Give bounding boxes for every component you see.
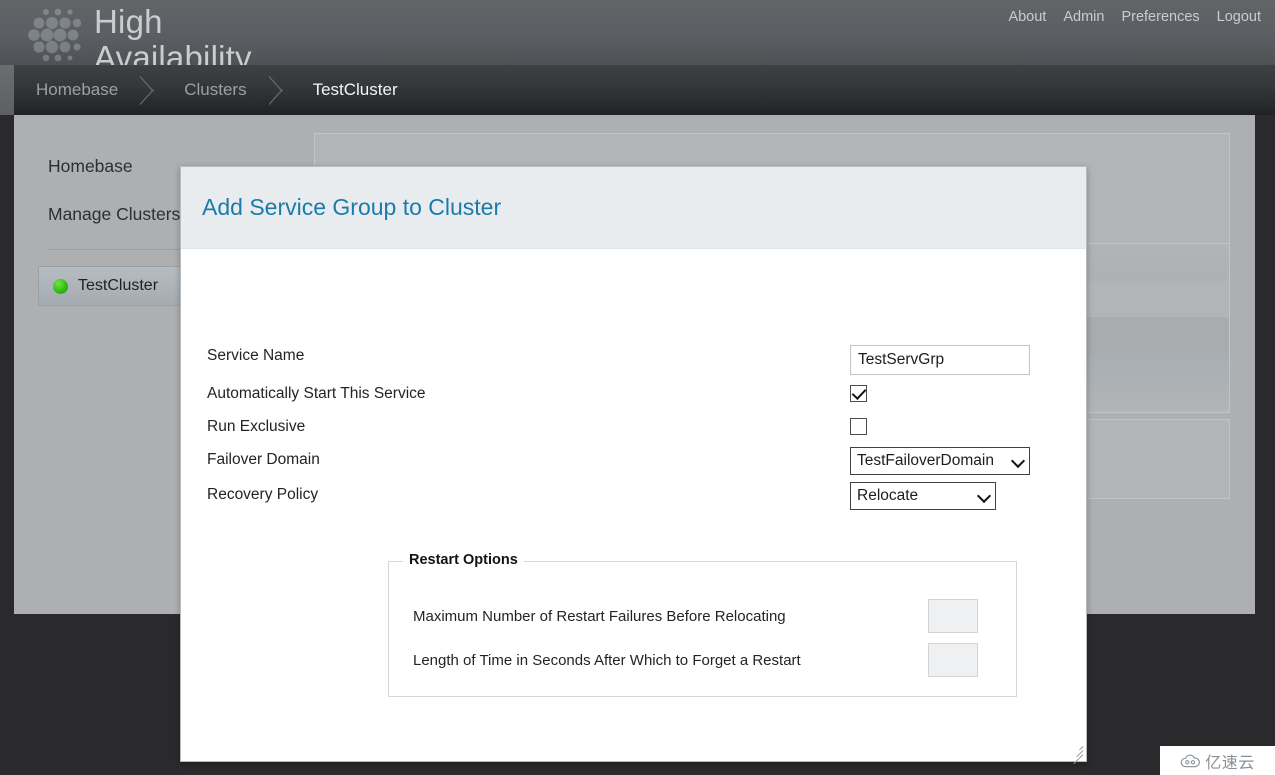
restart-row-forget-seconds: Length of Time in Seconds After Which to… [389, 638, 1018, 682]
hexagon-dots-logo-icon [28, 8, 82, 62]
auto-start-checkbox[interactable] [850, 385, 867, 402]
max-restart-failures-input[interactable] [928, 599, 978, 633]
field-row-run-exclusive: Run Exclusive [181, 416, 1088, 449]
brand-wordmark: High Availability management [94, 3, 322, 66]
control-service-name [850, 345, 1030, 375]
control-max-restart-failures [928, 599, 978, 633]
watermark-text: 亿速云 [1205, 752, 1255, 772]
control-forget-restart-seconds [928, 643, 978, 677]
forget-restart-seconds-input[interactable] [928, 643, 978, 677]
brand-title: High Availability [94, 3, 252, 66]
breadcrumb-left-edge [0, 65, 14, 115]
label-failover-domain: Failover Domain [207, 451, 320, 468]
control-run-exclusive [850, 418, 867, 440]
control-failover-domain: TestFailoverDomain [850, 447, 1030, 475]
application-window: High Availability management About Admin… [0, 0, 1275, 775]
breadcrumb: Homebase Clusters TestCluster [14, 65, 416, 115]
cluster-status-dot-icon [53, 278, 68, 294]
label-recovery-policy: Recovery Policy [207, 486, 319, 503]
cluster-name-label: TestCluster [78, 277, 159, 294]
dialog-title: Add Service Group to Cluster [202, 194, 502, 220]
control-auto-start [850, 385, 867, 407]
label-auto-start: Automatically Start This Service [207, 385, 426, 402]
breadcrumb-item-testcluster[interactable]: TestCluster [291, 65, 416, 115]
label-max-restart-failures: Maximum Number of Restart Failures Befor… [413, 607, 786, 625]
field-row-auto-start: Automatically Start This Service [181, 383, 1088, 416]
breadcrumb-chevron-icon [136, 65, 162, 115]
recovery-policy-select[interactable]: Relocate [850, 482, 996, 510]
top-header-bar: High Availability management About Admin… [0, 0, 1275, 65]
nav-link-admin[interactable]: Admin [1063, 9, 1104, 25]
restart-row-max-failures: Maximum Number of Restart Failures Befor… [389, 594, 1018, 638]
restart-options-fieldset: Restart Options Maximum Number of Restar… [388, 552, 1018, 697]
label-service-name: Service Name [207, 347, 305, 364]
nav-link-about[interactable]: About [1008, 9, 1046, 25]
breadcrumb-chevron-icon [265, 65, 291, 115]
failover-domain-value: TestFailoverDomain [857, 452, 994, 469]
chevron-down-icon [1012, 455, 1025, 468]
chevron-down-icon [978, 490, 991, 503]
brand-logo[interactable]: High Availability management [22, 2, 322, 66]
label-run-exclusive: Run Exclusive [207, 418, 306, 435]
add-service-group-dialog: Add Service Group to Cluster Service Nam… [180, 166, 1088, 765]
watermark: 亿速云 [1160, 746, 1275, 775]
recovery-policy-value: Relocate [857, 487, 919, 504]
breadcrumb-bar: Homebase Clusters TestCluster [0, 65, 1275, 115]
dialog-resize-handle[interactable] [1068, 743, 1084, 765]
dialog-header: Add Service Group to Cluster [181, 167, 1086, 249]
nav-link-preferences[interactable]: Preferences [1121, 9, 1199, 25]
restart-options-legend: Restart Options [403, 552, 524, 568]
control-recovery-policy: Relocate [850, 482, 996, 510]
breadcrumb-item-clusters[interactable]: Clusters [162, 65, 264, 115]
label-forget-restart-seconds: Length of Time in Seconds After Which to… [413, 651, 801, 669]
cloud-icon [1180, 754, 1201, 767]
field-row-recovery-policy: Recovery Policy Relocate [181, 482, 1088, 517]
breadcrumb-item-homebase[interactable]: Homebase [14, 65, 136, 115]
failover-domain-select[interactable]: TestFailoverDomain [850, 447, 1030, 475]
field-row-service-name: Service Name [181, 345, 1088, 378]
top-navigation: About Admin Preferences Logout [1008, 9, 1261, 25]
nav-link-logout[interactable]: Logout [1217, 9, 1261, 25]
run-exclusive-checkbox[interactable] [850, 418, 867, 435]
service-name-input[interactable] [850, 345, 1030, 375]
field-row-failover-domain: Failover Domain TestFailoverDomain [181, 447, 1088, 482]
